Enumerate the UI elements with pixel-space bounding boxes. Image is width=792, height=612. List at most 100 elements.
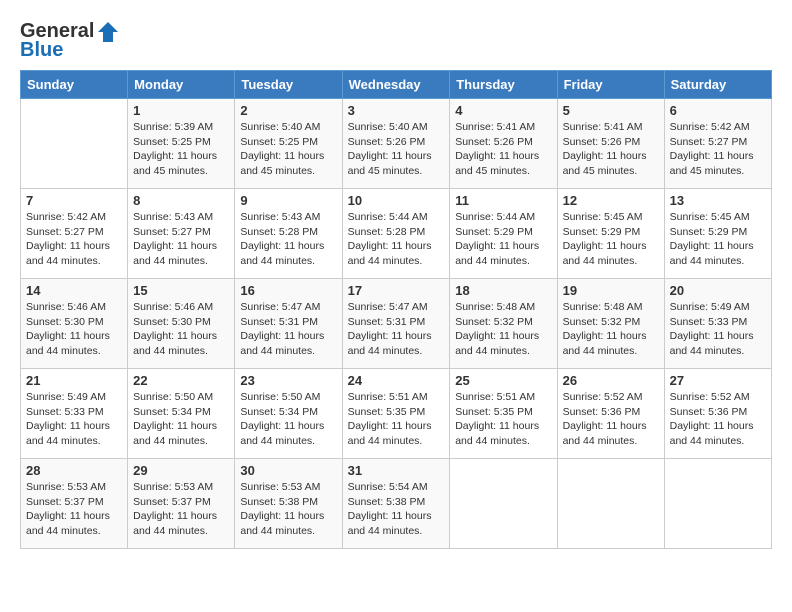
calendar-cell (557, 459, 664, 549)
day-number: 4 (455, 103, 551, 118)
day-info: Sunrise: 5:44 AMSunset: 5:29 PMDaylight:… (455, 210, 551, 269)
day-number: 27 (670, 373, 766, 388)
calendar-cell: 22Sunrise: 5:50 AMSunset: 5:34 PMDayligh… (128, 369, 235, 459)
day-info: Sunrise: 5:45 AMSunset: 5:29 PMDaylight:… (670, 210, 766, 269)
day-info: Sunrise: 5:49 AMSunset: 5:33 PMDaylight:… (670, 300, 766, 359)
calendar-cell: 23 Sunrise: 5:50 AMSunset: 5:34 PMDayligh… (235, 369, 342, 459)
calendar-week-row: 1 Sunrise: 5:39 AMSunset: 5:25 PMDaylight… (21, 99, 772, 189)
day-number: 13 (670, 193, 766, 208)
weekday-header-sunday: Sunday (21, 71, 128, 99)
day-number: 12 (563, 193, 659, 208)
logo-blue: Blue (20, 39, 63, 62)
weekday-header-friday: Friday (557, 71, 664, 99)
day-number: 17 (348, 283, 445, 298)
day-number: 11 (455, 193, 551, 208)
day-info: Sunrise: 5:43 AMSunset: 5:27 PMDaylight:… (133, 210, 229, 269)
calendar-cell: 15 Sunrise: 5:46 AMSunset: 5:30 PMDayligh… (128, 279, 235, 369)
day-number: 26 (563, 373, 659, 388)
day-number: 6 (670, 103, 766, 118)
calendar-cell: 27Sunrise: 5:52 AMSunset: 5:36 PMDayligh… (664, 369, 771, 459)
calendar-cell: 20 Sunrise: 5:49 AMSunset: 5:33 PMDayligh… (664, 279, 771, 369)
day-info: Sunrise: 5:42 AMSunset: 5:27 PMDaylight:… (670, 120, 766, 179)
day-number: 25 (455, 373, 551, 388)
calendar-cell: 26 Sunrise: 5:52 AMSunset: 5:36 PMDayligh… (557, 369, 664, 459)
day-number: 1 (133, 103, 229, 118)
day-info: Sunrise: 5:50 AMSunset: 5:34 PMDaylight:… (240, 390, 336, 449)
day-number: 9 (240, 193, 336, 208)
day-number: 28 (26, 463, 122, 478)
day-info: Sunrise: 5:45 AMSunset: 5:29 PMDaylight:… (563, 210, 659, 269)
day-info: Sunrise: 5:53 AMSunset: 5:37 PMDaylight:… (133, 480, 229, 539)
day-info: Sunrise: 5:53 AMSunset: 5:38 PMDaylight:… (240, 480, 336, 539)
day-number: 21 (26, 373, 122, 388)
day-number: 29 (133, 463, 229, 478)
calendar-cell: 30 Sunrise: 5:53 AMSunset: 5:38 PMDayligh… (235, 459, 342, 549)
day-number: 19 (563, 283, 659, 298)
calendar-cell: 17 Sunrise: 5:47 AMSunset: 5:31 PMDayligh… (342, 279, 450, 369)
day-info: Sunrise: 5:53 AMSunset: 5:37 PMDaylight:… (26, 480, 122, 539)
calendar-cell: 11 Sunrise: 5:44 AMSunset: 5:29 PMDayligh… (450, 189, 557, 279)
day-info: Sunrise: 5:41 AMSunset: 5:26 PMDaylight:… (455, 120, 551, 179)
weekday-header-monday: Monday (128, 71, 235, 99)
day-number: 22 (133, 373, 229, 388)
calendar-cell: 7Sunrise: 5:42 AMSunset: 5:27 PMDaylight… (21, 189, 128, 279)
calendar-cell (450, 459, 557, 549)
day-number: 24 (348, 373, 445, 388)
day-number: 14 (26, 283, 122, 298)
day-info: Sunrise: 5:46 AMSunset: 5:30 PMDaylight:… (133, 300, 229, 359)
calendar-week-row: 14 Sunrise: 5:46 AMSunset: 5:30 PMDayligh… (21, 279, 772, 369)
day-number: 5 (563, 103, 659, 118)
day-info: Sunrise: 5:51 AMSunset: 5:35 PMDaylight:… (455, 390, 551, 449)
page-header: General Blue (20, 20, 772, 62)
calendar-cell: 13 Sunrise: 5:45 AMSunset: 5:29 PMDayligh… (664, 189, 771, 279)
weekday-header-row: SundayMondayTuesdayWednesdayThursdayFrid… (21, 71, 772, 99)
calendar-week-row: 7Sunrise: 5:42 AMSunset: 5:27 PMDaylight… (21, 189, 772, 279)
logo-icon (97, 21, 119, 43)
day-number: 31 (348, 463, 445, 478)
day-info: Sunrise: 5:51 AMSunset: 5:35 PMDaylight:… (348, 390, 445, 449)
calendar-cell: 6 Sunrise: 5:42 AMSunset: 5:27 PMDaylight… (664, 99, 771, 189)
calendar-cell: 28 Sunrise: 5:53 AMSunset: 5:37 PMDayligh… (21, 459, 128, 549)
day-info: Sunrise: 5:44 AMSunset: 5:28 PMDaylight:… (348, 210, 445, 269)
day-number: 16 (240, 283, 336, 298)
day-info: Sunrise: 5:40 AMSunset: 5:26 PMDaylight:… (348, 120, 445, 179)
calendar-cell: 10 Sunrise: 5:44 AMSunset: 5:28 PMDayligh… (342, 189, 450, 279)
calendar-cell: 14 Sunrise: 5:46 AMSunset: 5:30 PMDayligh… (21, 279, 128, 369)
weekday-header-wednesday: Wednesday (342, 71, 450, 99)
calendar-cell (21, 99, 128, 189)
calendar-cell: 29 Sunrise: 5:53 AMSunset: 5:37 PMDayligh… (128, 459, 235, 549)
day-number: 23 (240, 373, 336, 388)
weekday-header-tuesday: Tuesday (235, 71, 342, 99)
day-info: Sunrise: 5:47 AMSunset: 5:31 PMDaylight:… (348, 300, 445, 359)
calendar-cell: 19Sunrise: 5:48 AMSunset: 5:32 PMDayligh… (557, 279, 664, 369)
day-info: Sunrise: 5:39 AMSunset: 5:25 PMDaylight:… (133, 120, 229, 179)
day-number: 15 (133, 283, 229, 298)
calendar-cell: 16Sunrise: 5:47 AMSunset: 5:31 PMDayligh… (235, 279, 342, 369)
day-info: Sunrise: 5:43 AMSunset: 5:28 PMDaylight:… (240, 210, 336, 269)
day-info: Sunrise: 5:52 AMSunset: 5:36 PMDaylight:… (563, 390, 659, 449)
day-number: 2 (240, 103, 336, 118)
calendar-cell: 31 Sunrise: 5:54 AMSunset: 5:38 PMDayligh… (342, 459, 450, 549)
calendar-cell (664, 459, 771, 549)
calendar-table: SundayMondayTuesdayWednesdayThursdayFrid… (20, 70, 772, 549)
calendar-cell: 4 Sunrise: 5:41 AMSunset: 5:26 PMDaylight… (450, 99, 557, 189)
calendar-cell: 24 Sunrise: 5:51 AMSunset: 5:35 PMDayligh… (342, 369, 450, 459)
day-info: Sunrise: 5:54 AMSunset: 5:38 PMDaylight:… (348, 480, 445, 539)
calendar-cell: 9 Sunrise: 5:43 AMSunset: 5:28 PMDaylight… (235, 189, 342, 279)
day-number: 20 (670, 283, 766, 298)
calendar-cell: 5 Sunrise: 5:41 AMSunset: 5:26 PMDaylight… (557, 99, 664, 189)
day-number: 8 (133, 193, 229, 208)
day-number: 3 (348, 103, 445, 118)
calendar-cell: 8 Sunrise: 5:43 AMSunset: 5:27 PMDaylight… (128, 189, 235, 279)
day-number: 10 (348, 193, 445, 208)
day-info: Sunrise: 5:41 AMSunset: 5:26 PMDaylight:… (563, 120, 659, 179)
calendar-cell: 25 Sunrise: 5:51 AMSunset: 5:35 PMDayligh… (450, 369, 557, 459)
day-number: 30 (240, 463, 336, 478)
logo: General Blue (20, 20, 119, 62)
day-info: Sunrise: 5:49 AMSunset: 5:33 PMDaylight:… (26, 390, 122, 449)
calendar-cell: 12 Sunrise: 5:45 AMSunset: 5:29 PMDayligh… (557, 189, 664, 279)
calendar-week-row: 28 Sunrise: 5:53 AMSunset: 5:37 PMDayligh… (21, 459, 772, 549)
day-number: 7 (26, 193, 122, 208)
day-info: Sunrise: 5:48 AMSunset: 5:32 PMDaylight:… (455, 300, 551, 359)
day-info: Sunrise: 5:46 AMSunset: 5:30 PMDaylight:… (26, 300, 122, 359)
